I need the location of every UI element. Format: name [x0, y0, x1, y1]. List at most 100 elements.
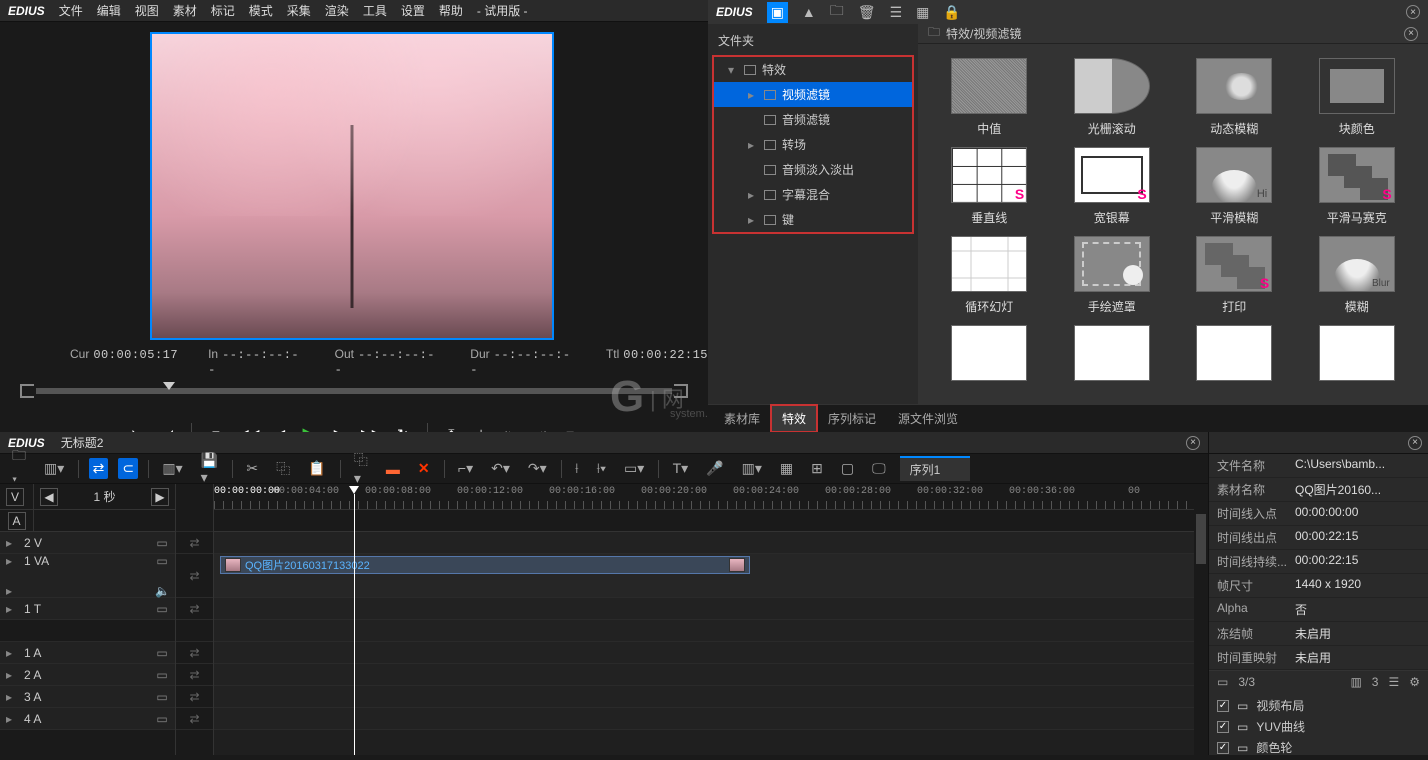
track-expand-icon[interactable]: ▸ [6, 646, 16, 660]
tl-output-button[interactable]: 🖵 [868, 458, 890, 479]
fx-item-10[interactable]: 打印 [1177, 236, 1292, 315]
track-film-icon[interactable]: ▭ [155, 536, 169, 550]
track-expand-icon[interactable]: ▸ [6, 690, 16, 704]
timeline-ruler[interactable]: 00:00:00:0000:00:04:0000:00:08:0000:00:1… [214, 484, 1208, 510]
menu-render[interactable]: 渲染 [325, 2, 349, 19]
gutter-cell[interactable]: ⇄ [176, 686, 213, 708]
tl-razor-button[interactable]: ⟊ [571, 458, 583, 479]
tree-item-4[interactable]: 音频淡入淡出 [714, 157, 912, 182]
in-bracket-icon[interactable] [20, 384, 34, 398]
fx-item-13[interactable] [1055, 325, 1170, 387]
list-view-icon[interactable]: ☰ [890, 4, 903, 21]
fx-item-11[interactable]: 模糊 [1300, 236, 1415, 315]
in-tc[interactable]: --:--:--:-- [208, 348, 299, 377]
fx-item-12[interactable] [932, 325, 1047, 387]
tl-new-button[interactable]: ▥▾ [40, 458, 68, 479]
track-film-icon[interactable]: ▭ [155, 668, 169, 682]
tl-mic-button[interactable]: 🎤 [702, 458, 727, 479]
tl-group-button[interactable]: ⟊▾ [593, 458, 610, 479]
tl-sequence-button[interactable]: ▥▾ [158, 458, 186, 479]
tab-bin[interactable]: 素材库 [714, 406, 770, 431]
timeline-close-button[interactable]: × [1186, 436, 1200, 450]
gutter-cell[interactable]: ⇄ [176, 554, 213, 598]
gutter-cell[interactable]: ⇄ [176, 598, 213, 620]
tl-replace-button[interactable]: ⿻▾ [350, 448, 372, 489]
fx-item-6[interactable]: 平滑模糊 [1177, 147, 1292, 226]
patch-v-button[interactable]: V [6, 488, 24, 506]
track-head-2[interactable]: ▸1 T▭ [0, 598, 175, 620]
zoom-prev-button[interactable]: ◀ [40, 488, 58, 506]
menu-marker[interactable]: 标记 [211, 2, 235, 19]
list-icon[interactable]: ☰ [1388, 675, 1399, 689]
fx-item-3[interactable]: 块颜色 [1300, 58, 1415, 137]
track-expand-icon[interactable]: ▸ [6, 602, 16, 616]
playhead[interactable] [354, 494, 355, 755]
track-film-icon[interactable]: ▭ [155, 602, 169, 616]
track-expand2-icon[interactable]: ▸ [6, 584, 16, 598]
tree-item-3[interactable]: ▸转场 [714, 132, 912, 157]
effects-grid-close-button[interactable]: × [1404, 27, 1418, 41]
tl-title-button[interactable]: T▾ [669, 458, 693, 479]
ttl-tc[interactable]: 00:00:22:15 [623, 348, 708, 362]
menu-edit[interactable]: 编辑 [97, 2, 121, 19]
track-head-0[interactable]: ▸2 V▭ [0, 532, 175, 554]
track-head-5[interactable]: ▸2 A▭ [0, 664, 175, 686]
track-lane-4[interactable] [214, 642, 1208, 664]
fx-item-14[interactable] [1177, 325, 1292, 387]
tab-markers[interactable]: 序列标记 [818, 406, 886, 431]
delete-icon[interactable]: 🗑 [858, 4, 876, 21]
gutter-cell[interactable]: ⇄ [176, 532, 213, 554]
tl-redo-button[interactable]: ↷▾ [524, 458, 551, 479]
grid-view-icon[interactable]: ▦ [916, 4, 929, 21]
track-lane-7[interactable] [214, 708, 1208, 730]
gutter-cell[interactable]: ⇄ [176, 664, 213, 686]
out-bracket-icon[interactable] [674, 384, 688, 398]
fx-item-0[interactable]: 中值 [932, 58, 1047, 137]
fx-item-9[interactable]: 手绘遮罩 [1055, 236, 1170, 315]
menu-clip[interactable]: 素材 [173, 2, 197, 19]
effects-close-button[interactable]: × [1406, 5, 1420, 19]
tl-undo-button[interactable]: ↶▾ [487, 458, 514, 479]
patch-a-button[interactable]: A [8, 512, 26, 530]
gutter-cell[interactable]: ⇄ [176, 642, 213, 664]
track-lane-3[interactable] [214, 620, 1208, 642]
track-lane-5[interactable] [214, 664, 1208, 686]
folder-icon[interactable]: ▣ [767, 2, 788, 23]
tl-ripple-delete-button[interactable]: ▬ [382, 459, 404, 479]
gutter-cell[interactable]: ⇄ [176, 708, 213, 730]
fx-item-8[interactable]: 循环幻灯 [932, 236, 1047, 315]
tab-browser[interactable]: 源文件浏览 [888, 406, 968, 431]
track-head-7[interactable]: ▸4 A▭ [0, 708, 175, 730]
menu-capture[interactable]: 采集 [287, 2, 311, 19]
preview-viewport[interactable] [150, 32, 554, 340]
lock-icon[interactable]: 🔒 [943, 4, 960, 21]
fx-item-2[interactable]: 动态模糊 [1177, 58, 1292, 137]
scrub-handle[interactable] [163, 382, 175, 390]
track-lane-1[interactable]: QQ图片20160317133022 [214, 554, 1208, 598]
zoom-next-button[interactable]: ▶ [151, 488, 169, 506]
tl-insert-mode-button[interactable]: ⇄ [89, 458, 109, 479]
track-film-icon[interactable]: ▭ [155, 646, 169, 660]
tree-item-2[interactable]: 音频滤镜 [714, 107, 912, 132]
tree-item-0[interactable]: ▾特效 [714, 57, 912, 82]
track-lane-6[interactable] [214, 686, 1208, 708]
info-close-button[interactable]: × [1408, 436, 1422, 450]
track-expand-icon[interactable]: ▸ [6, 668, 16, 682]
tree-item-5[interactable]: ▸字幕混合 [714, 182, 912, 207]
info-check-1[interactable]: ✓▭YUV曲线 [1217, 716, 1420, 737]
clip[interactable]: QQ图片20160317133022 [220, 556, 750, 574]
checkbox-icon[interactable]: ✓ [1217, 700, 1229, 712]
track-lane-0[interactable] [214, 532, 1208, 554]
tl-save-button[interactable]: 💾▾ [197, 450, 222, 488]
menu-settings[interactable]: 设置 [401, 2, 425, 19]
timeline-vscroll[interactable] [1194, 484, 1208, 755]
fx-item-1[interactable]: 光栅滚动 [1055, 58, 1170, 137]
timeline-tracks-area[interactable]: 00:00:00:0000:00:04:0000:00:08:0000:00:1… [214, 484, 1208, 755]
checkbox-icon[interactable]: ✓ [1217, 721, 1229, 733]
folder-nav-icon[interactable]: 🗀 [830, 0, 844, 24]
sequence-tab[interactable]: 序列1 [900, 456, 970, 481]
tl-delete-button[interactable]: ✕ [414, 458, 434, 479]
tree-item-1[interactable]: ▸视频滤镜 [714, 82, 912, 107]
menu-tools[interactable]: 工具 [363, 2, 387, 19]
checkbox-icon[interactable]: ✓ [1217, 742, 1229, 754]
